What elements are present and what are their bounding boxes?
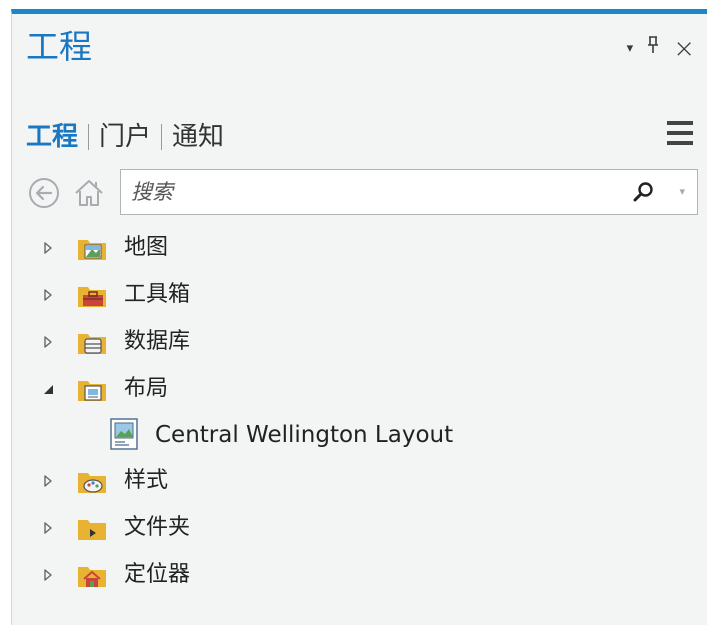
tab-divider [161,124,163,150]
database-folder-icon [76,326,108,358]
expand-arrow-icon[interactable] [41,240,55,254]
tree-item-label: Central Wellington Layout [155,422,454,448]
pin-icon[interactable] [647,36,659,61]
tree-node-label: 工具箱 [124,282,191,307]
search-input[interactable] [131,177,611,207]
tab-divider [88,124,90,150]
back-arrow-icon[interactable] [28,177,60,209]
expand-arrow-icon[interactable] [41,520,55,534]
collapse-arrow-icon[interactable] [41,381,55,395]
tree-node-label: 布局 [124,376,169,401]
maps-folder-icon [76,232,108,264]
expand-arrow-icon[interactable] [41,287,55,301]
window-controls: ▾ × [613,36,695,62]
search-options-dropdown-icon[interactable]: ▾ [679,182,685,202]
layout-folder-icon [76,373,108,405]
catalog-pane: 工程 ▾ × 工程 门户 通知 搜索 ▾ 地图 工具箱 数据库 布局 Centr… [11,9,707,625]
tree-node-label: 数据库 [124,329,191,354]
close-icon[interactable]: × [673,36,695,62]
search-box: ▾ [120,169,698,215]
catalog-tabs: 工程 门户 通知 [26,120,224,154]
tree-node-label: 样式 [124,468,169,493]
expand-arrow-icon[interactable] [41,334,55,348]
search-icon[interactable] [633,181,655,203]
tree-node-label: 定位器 [124,562,191,587]
tree-node-label: 文件夹 [124,515,191,540]
hamburger-menu-icon[interactable] [667,121,693,147]
folder-connection-icon [76,512,108,544]
locator-folder-icon [76,559,108,591]
layout-document-icon [108,417,142,453]
pane-menu-dropdown-icon[interactable]: ▾ [627,37,634,61]
tab-portal[interactable]: 门户 [99,120,151,154]
tab-project[interactable]: 工程 [26,120,78,154]
toolbox-folder-icon [76,279,108,311]
expand-arrow-icon[interactable] [41,567,55,581]
tree-node-label: 地图 [124,235,169,260]
expand-arrow-icon[interactable] [41,473,55,487]
tab-notifications[interactable]: 通知 [172,120,224,154]
styles-folder-icon [76,465,108,497]
home-icon[interactable] [72,176,106,210]
pane-title: 工程 [26,27,92,66]
